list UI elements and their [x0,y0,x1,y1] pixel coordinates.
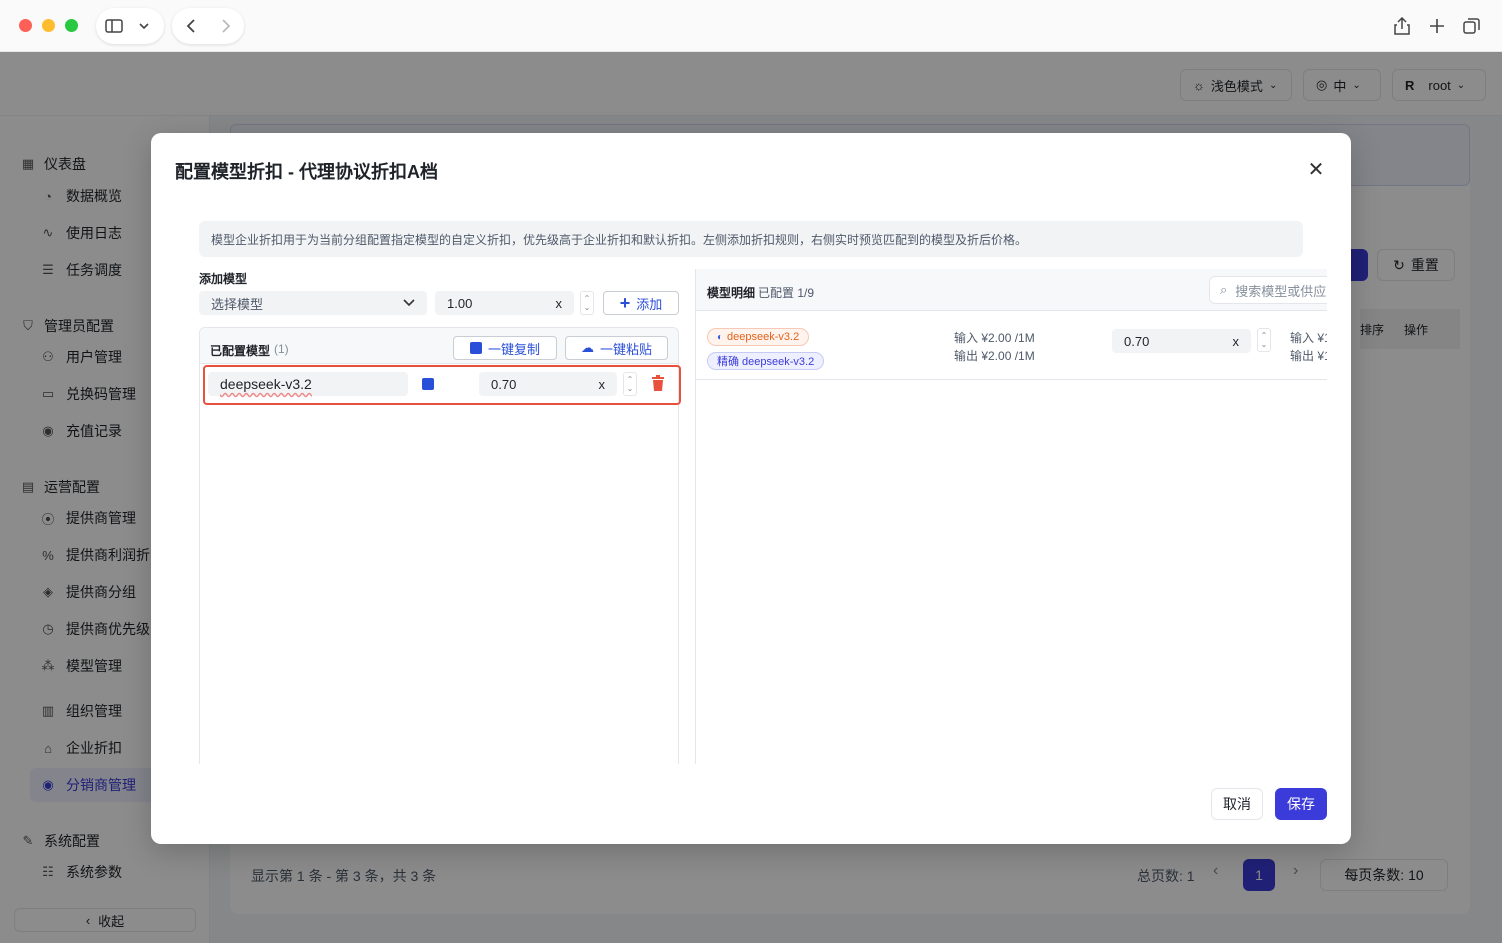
add-discount-stepper[interactable]: ⌃ ⌄ [580,291,594,315]
add-model-label: 添加模型 [199,272,248,286]
copy-all-label: 一键复制 [487,341,540,357]
input-price: 输入 ¥2.00 /1M [954,331,1035,345]
sidebar-icon[interactable] [96,8,132,44]
suffix-x: x [555,295,563,311]
window-chrome [0,0,1502,52]
minimize-window-button[interactable] [42,19,55,32]
model-detail-panel: 模型明细 已配置 1/9 ⌕ 搜索模型或供应商 ◐ deepseek-v3.2 … [695,269,1327,764]
detail-discount-stepper[interactable]: ⌃ ⌄ [1257,328,1271,352]
maximize-window-button[interactable] [65,19,78,32]
copy-icon [469,342,482,354]
discounted-output-price: 输出 ¥1.40 /1M [1290,347,1327,364]
paste-all-label: 一键粘贴 [599,341,652,357]
copy-all-button[interactable]: 一键复制 [453,336,557,360]
plus-icon: + [619,292,631,313]
configured-count: (1) [274,342,289,356]
paste-all-button[interactable]: ☁ 一键粘贴 [565,336,668,360]
configured-label: 已配置模型 [210,344,271,358]
model-select[interactable]: 选择模型 [199,291,427,315]
save-button[interactable]: 保存 [1275,788,1327,820]
discounted-input-text: 输入 ¥1.40 /1M [1290,331,1327,345]
model-select-placeholder: 选择模型 [211,296,264,312]
add-discount-value: 1.00 [447,295,473,311]
configured-models-header: 已配置模型 (1) 一键复制 ☁ 一键粘贴 [200,328,678,364]
detail-label: 模型明细 [707,286,756,300]
detail-discount-value: 0.70 [1124,333,1150,349]
search-placeholder: 搜索模型或供应商 [1235,283,1327,299]
modal-title: 配置模型折扣 - 代理协议折扣A档 [175,162,438,182]
discounted-input-price: 输入 ¥1.40 /1M [1290,329,1327,346]
model-detail-header: 模型明细 已配置 1/9 ⌕ 搜索模型或供应商 [696,269,1327,311]
close-icon[interactable]: ✕ [1304,157,1328,181]
match-tag: 精确 deepseek-v3.2 [707,352,825,370]
chevron-down-icon [403,299,415,307]
discount-config-modal: 配置模型折扣 - 代理协议折扣A档 ✕ 模型企业折扣用于为当前分组配置指定模型的… [151,133,1351,844]
discounted-output-text: 输出 ¥1.40 /1M [1290,349,1327,363]
back-icon[interactable] [172,8,208,44]
chevron-down-icon[interactable] [132,8,156,44]
search-input[interactable]: ⌕ 搜索模型或供应商 [1209,276,1327,304]
nav-group [172,8,244,44]
search-icon: ⌕ [1220,282,1228,297]
suffix-x: x [1232,333,1240,349]
add-button[interactable]: + 添加 [603,291,679,315]
model-tag-label: deepseek-v3.2 [727,331,800,343]
sidebar-toggle-group[interactable] [96,8,164,44]
highlight-box [203,365,681,405]
forward-icon[interactable] [208,8,244,44]
notice-text: 模型企业折扣用于为当前分组配置指定模型的自定义折扣，优先级高于企业折扣和默认折扣… [199,221,1303,257]
cancel-button[interactable]: 取消 [1211,788,1263,820]
model-tag: ◐ deepseek-v3.2 [707,328,810,346]
add-button-label: 添加 [636,296,663,312]
tabs-overview-icon[interactable] [1454,8,1490,44]
new-tab-icon[interactable] [1419,8,1455,44]
deepseek-icon: ◐ [717,331,724,343]
cloud-upload-icon: ☁ [580,340,594,355]
row-divider [696,379,1327,380]
add-discount-input[interactable]: 1.00 x [435,291,574,315]
close-window-button[interactable] [19,19,32,32]
share-icon[interactable] [1384,8,1420,44]
detail-discount-input[interactable]: 0.70 x [1112,329,1251,353]
detail-count: 已配置 1/9 [758,286,815,300]
output-price: 输出 ¥2.00 /1M [954,349,1035,363]
